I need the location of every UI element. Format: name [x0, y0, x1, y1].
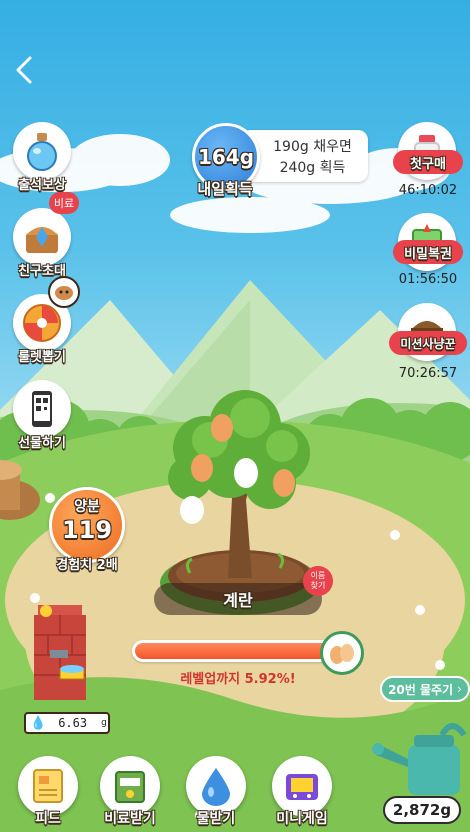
secret-lottery-label: 비밀복권	[404, 246, 452, 262]
daily-reward-amount: 164g	[197, 145, 255, 169]
secret-lottery-timer: 01:56:50	[398, 272, 458, 287]
reward-info-line1: 190g 채우면	[273, 139, 352, 155]
daily-reward-caption: 내일획득	[197, 180, 253, 198]
nutrient-orb[interactable]: 양분 119	[49, 487, 125, 563]
first-purchase-label: 첫구매	[410, 156, 446, 172]
water-20-button[interactable]: 20번 물주기 ›	[380, 676, 470, 702]
attendance-reward-label: 출석보상	[18, 178, 66, 193]
reward-info-line2: 240g 획득	[279, 160, 346, 176]
feed-label: 피드	[35, 811, 61, 827]
mission-hunter-label: 미션사냥꾼	[400, 336, 456, 351]
level-progress-label: 레벨업까지 5.92%!	[180, 672, 296, 687]
level-progress-fill	[135, 643, 329, 659]
watering-can-icon[interactable]	[372, 715, 470, 805]
tree-name-pill: 계란	[154, 583, 322, 615]
tree-name: 계란	[223, 591, 253, 610]
roulette-wheel-icon	[23, 304, 61, 342]
fertilizer-badge: 비료	[49, 192, 79, 214]
water-drop-small-icon: 💧	[30, 715, 47, 731]
chevron-right-icon: ›	[457, 682, 462, 696]
water-tank[interactable]	[20, 605, 110, 710]
mini-game-button[interactable]	[272, 756, 332, 816]
gift-label: 선물하기	[18, 436, 66, 451]
secret-lottery-ribbon: 비밀복권	[393, 240, 463, 264]
gift-button[interactable]	[13, 380, 71, 438]
invite-friend-button[interactable]	[13, 208, 71, 266]
nutrient-caption: 경험치 2배	[56, 558, 118, 573]
egg-level-icon	[320, 631, 364, 675]
back-button[interactable]	[10, 55, 40, 85]
get-fertilizer-button[interactable]	[100, 756, 160, 816]
feed-button[interactable]	[18, 756, 78, 816]
get-water-label: 물받기	[196, 811, 236, 827]
mission-hunter-ribbon: 미션사냥꾼	[389, 331, 467, 355]
mission-hunter-timer: 70:26:57	[398, 366, 458, 381]
chevron-left-icon	[16, 56, 32, 84]
get-water-button[interactable]	[186, 756, 246, 816]
attendance-reward-button[interactable]	[13, 122, 71, 180]
potion-bottle-icon	[27, 133, 57, 171]
first-purchase-ribbon: 첫구매	[393, 150, 463, 174]
find-name-badge[interactable]: 이름 찾기	[303, 566, 333, 596]
invite-friend-label: 친구초대	[18, 264, 66, 279]
level-progress-bar	[132, 640, 344, 662]
water-drop-icon	[202, 768, 230, 806]
roulette-label: 룰렛뽑기	[18, 350, 66, 365]
mini-game-label: 미니게임	[276, 811, 328, 827]
water-tank-value: 6.63	[58, 716, 88, 730]
fertilizer-bag-icon	[115, 771, 145, 803]
nutrient-title: 양분	[74, 499, 100, 515]
water-tank-display: 💧 6.63 g	[24, 712, 110, 734]
water-20-label: 20번 물주기	[388, 682, 454, 697]
water-amount: 2,872g	[392, 801, 452, 819]
feed-document-icon	[33, 769, 63, 803]
water-amount-pill: 2,872g	[383, 796, 461, 824]
puppy-icon	[48, 276, 80, 308]
treasure-chest-icon	[26, 227, 58, 253]
first-purchase-timer: 46:10:02	[398, 183, 458, 198]
nutrient-value: 119	[61, 516, 113, 544]
water-tank-unit: g	[101, 718, 107, 728]
qr-phone-icon	[32, 391, 52, 427]
get-fertilizer-label: 비료받기	[104, 811, 156, 827]
game-console-icon	[286, 774, 318, 800]
game-scene: 190g 채우면 240g 획득 164g 내일획득 출석보상 비료 친구초대	[0, 0, 470, 832]
